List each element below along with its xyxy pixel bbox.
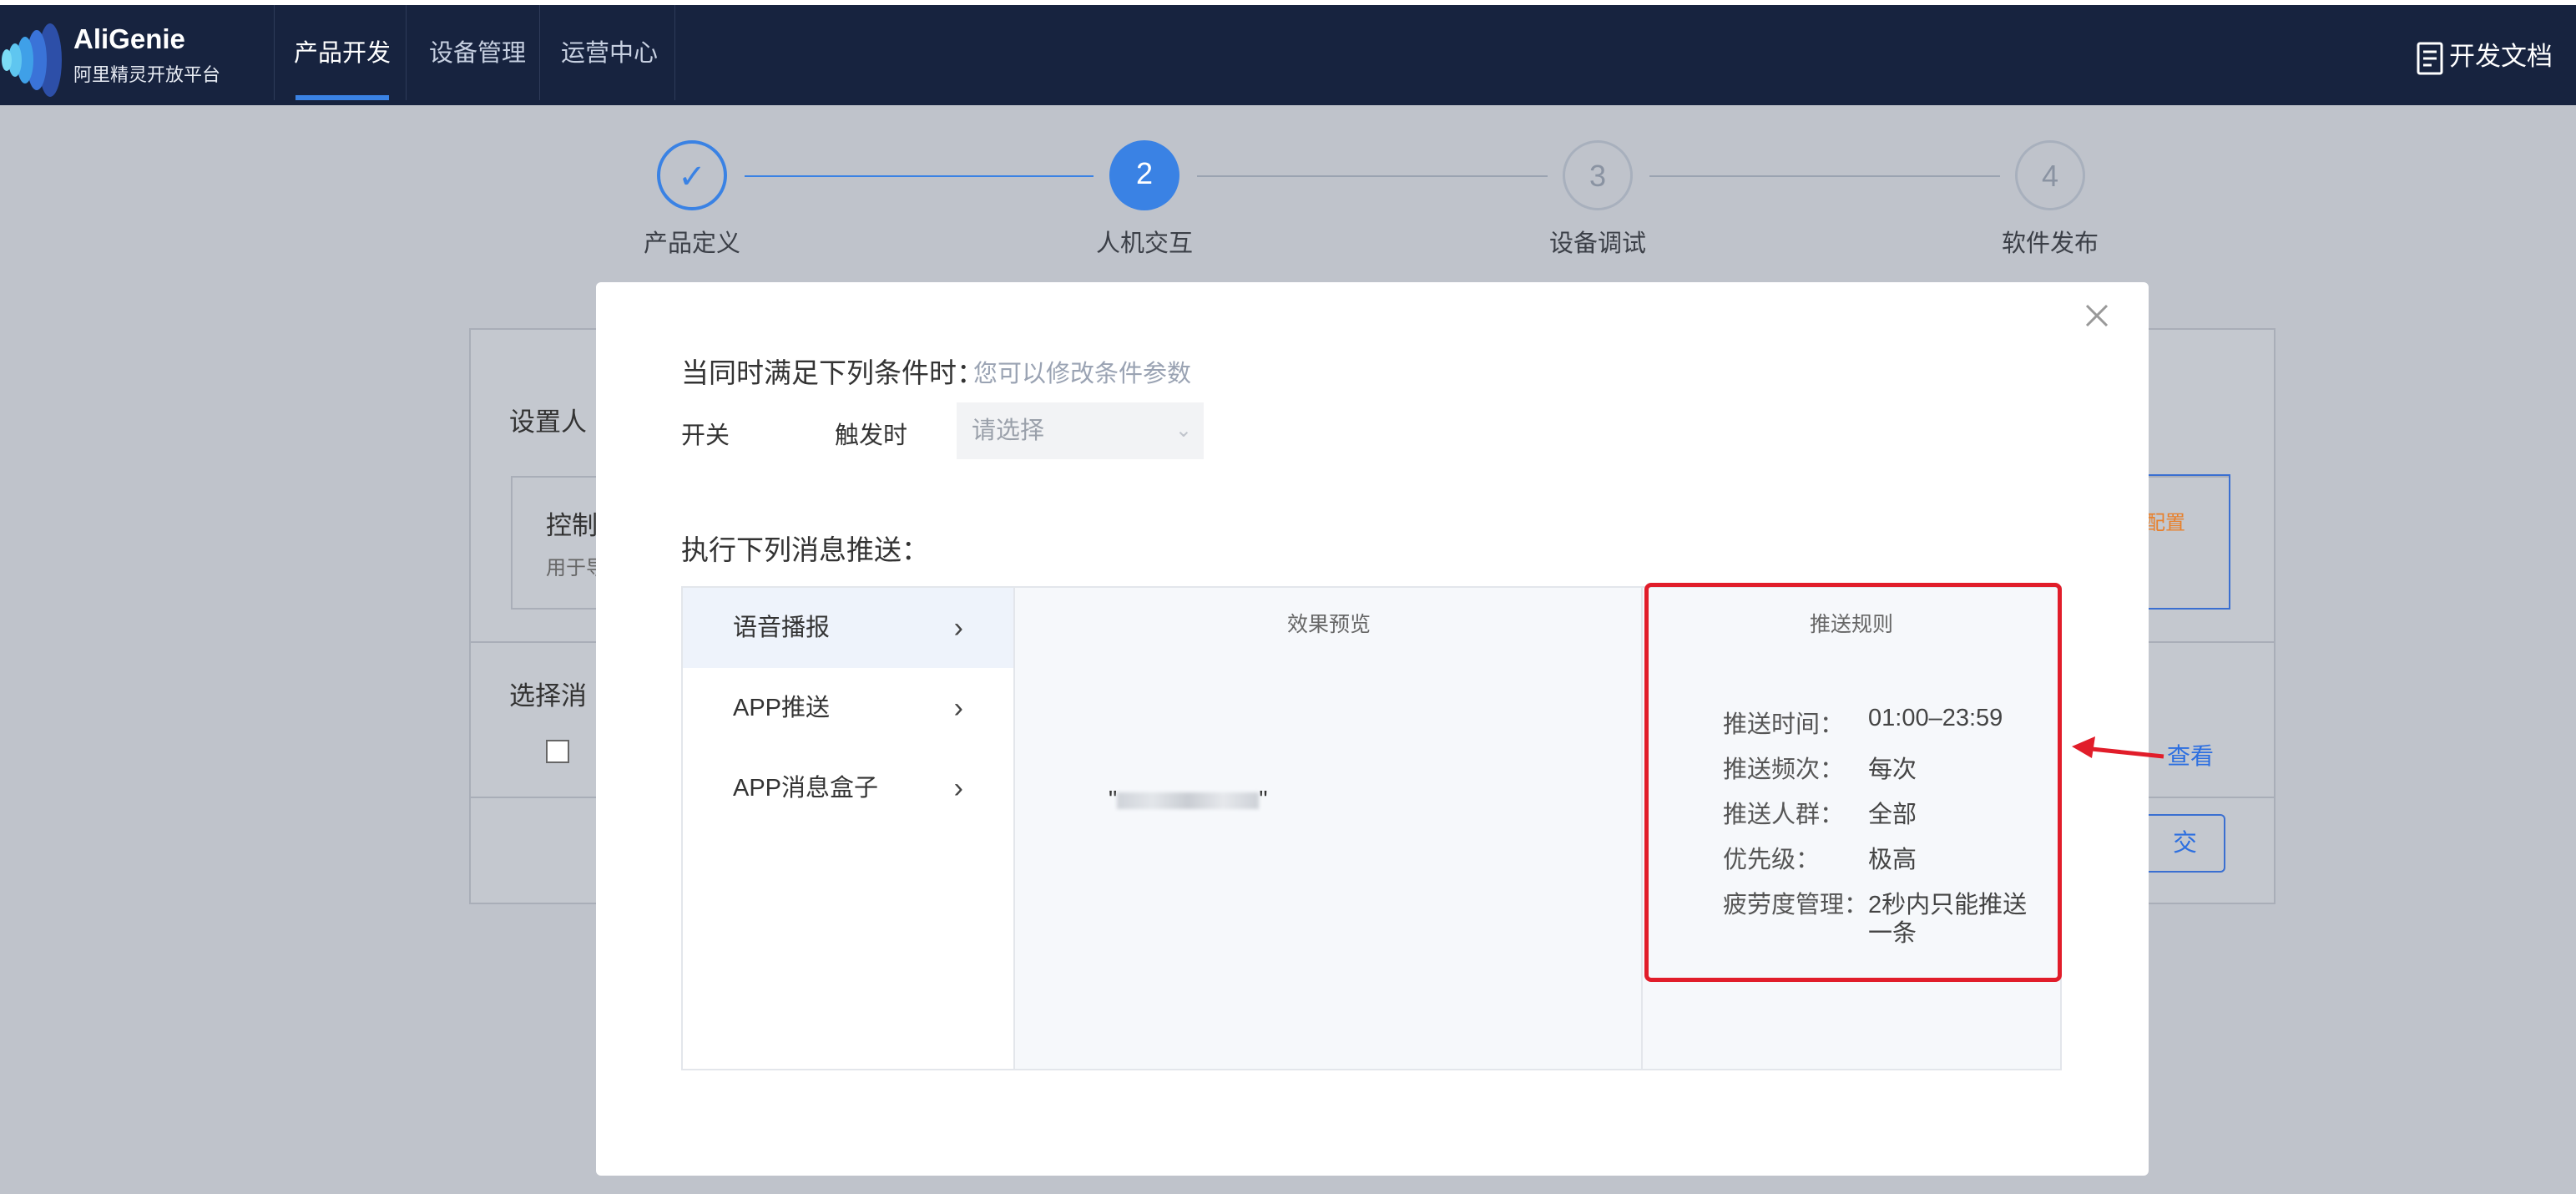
nav-item-operations[interactable]: 运营中心 (561, 33, 658, 68)
step-2-label: 人机交互 (1095, 230, 1193, 257)
tab-app-message-box[interactable]: APP消息盒子 › (683, 748, 1013, 828)
bg-card-title: 控制 (546, 511, 598, 540)
document-icon (2417, 42, 2443, 75)
bg-section-title: 设置人 (509, 407, 587, 437)
tab-app-push[interactable]: APP推送 › (683, 668, 1013, 748)
chevron-right-icon: › (953, 772, 963, 804)
rules-highlight-box (1644, 583, 2062, 982)
bg-config-link[interactable]: 配置 (2145, 506, 2185, 535)
step-4-label: 软件发布 (2001, 230, 2099, 257)
nav-item-device-mgmt[interactable]: 设备管理 (429, 33, 526, 68)
view-link[interactable]: 查看 (2167, 738, 2214, 772)
step-connector (1649, 175, 2000, 177)
step-4-circle: 4 (2015, 140, 2085, 210)
bg-checkbox[interactable] (546, 740, 569, 763)
redacted-text (1117, 792, 1260, 810)
preview-content: " " (1109, 787, 1268, 814)
dev-docs-link[interactable]: 开发文档 (2416, 35, 2553, 75)
step-2-circle: 2 (1109, 140, 1179, 210)
preview-header: 效果预览 (1286, 613, 1371, 636)
tab-voice-broadcast[interactable]: 语音播报 › (683, 588, 1013, 668)
trigger-select[interactable]: 请选择 ⌄ (957, 402, 1204, 459)
step-connector (1197, 175, 1548, 177)
step-1-label: 产品定义 (643, 230, 740, 257)
step-connector (745, 175, 1094, 177)
switch-label: 开关 (681, 422, 730, 449)
preview-column (1015, 588, 1643, 1069)
nav-divider (406, 5, 407, 100)
nav-divider (674, 5, 675, 100)
nav-item-product-dev[interactable]: 产品开发 (294, 33, 391, 68)
brand-subtitle: 阿里精灵开放平台 (73, 64, 221, 85)
nav-divider (274, 5, 275, 100)
close-icon[interactable] (2082, 301, 2112, 331)
column-divider (1013, 588, 1015, 1069)
chevron-right-icon: › (953, 612, 963, 644)
tab-label: APP推送 (733, 695, 831, 721)
tab-label: APP消息盒子 (733, 775, 879, 802)
nav-active-indicator (295, 95, 389, 100)
push-section-title: 执行下列消息推送： (681, 534, 929, 565)
aligenie-logo-icon (2, 23, 62, 97)
condition-title: 当同时满足下列条件时： (681, 357, 984, 388)
preview-quote-close: " (1259, 787, 1268, 813)
preview-quote-open: " (1109, 787, 1118, 813)
dev-docs-label: 开发文档 (2449, 42, 2553, 71)
trigger-select-placeholder: 请选择 (972, 417, 1045, 444)
step-3-circle: 3 (1563, 140, 1633, 210)
step-3-label: 设备调试 (1548, 230, 1646, 257)
bg-section-title-2: 选择消 (509, 681, 587, 711)
chevron-down-icon: ⌄ (1174, 419, 1192, 442)
column-divider (1641, 588, 1643, 1069)
tab-label: 语音播报 (733, 615, 831, 641)
trigger-label: 触发时 (835, 422, 908, 449)
brand-name: AliGenie (73, 23, 185, 54)
chevron-right-icon: › (953, 692, 963, 724)
nav-divider (539, 5, 540, 100)
step-1-circle: ✓ (657, 140, 727, 210)
bg-control-card-selected-edge (2137, 474, 2230, 610)
annotation-arrow-icon (2072, 736, 2164, 759)
condition-hint: 您可以修改条件参数 (973, 361, 1192, 387)
